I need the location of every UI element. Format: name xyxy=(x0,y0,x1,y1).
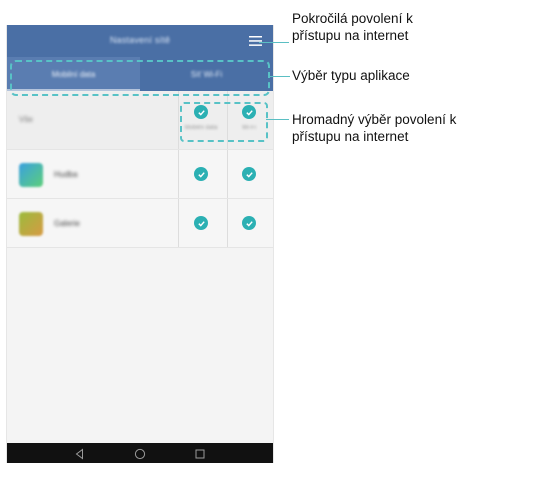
column-divider xyxy=(227,199,228,247)
app-wifi-checkbox[interactable] xyxy=(242,167,256,181)
app-mobile-data-checkbox[interactable] xyxy=(194,167,208,181)
app-mobile-data-checkbox[interactable] xyxy=(194,216,208,230)
app-bar: Nastavení sítě xyxy=(7,25,273,57)
app-wifi-checkbox[interactable] xyxy=(242,216,256,230)
select-all-label: Vše xyxy=(19,115,33,124)
back-icon[interactable] xyxy=(74,447,86,460)
app-icon xyxy=(19,212,43,236)
column-divider xyxy=(227,150,228,198)
callout-line xyxy=(268,76,290,77)
app-bar-title: Nastavení sítě xyxy=(109,35,171,45)
bulk-select-highlight-box xyxy=(180,102,268,142)
column-divider xyxy=(178,91,179,149)
app-row: Hudba xyxy=(7,150,273,199)
column-divider xyxy=(178,199,179,247)
callout-advanced-permissions: Pokročilá povolení k přístupu na interne… xyxy=(292,11,413,43)
recent-apps-icon[interactable] xyxy=(194,447,206,459)
check-icon xyxy=(245,171,253,178)
menu-icon[interactable] xyxy=(248,33,264,49)
callout-line xyxy=(266,119,289,120)
callout-line xyxy=(259,42,289,43)
callout-app-type: Výběr typu aplikace xyxy=(292,68,410,83)
app-icon xyxy=(19,163,43,187)
check-icon xyxy=(245,220,253,227)
check-icon xyxy=(197,171,205,178)
tab-highlight-box xyxy=(10,60,270,96)
app-row: Galerie xyxy=(7,199,273,248)
app-name: Hudba xyxy=(54,170,78,179)
app-name: Galerie xyxy=(54,219,80,228)
system-nav-bar xyxy=(7,443,273,463)
home-icon[interactable] xyxy=(134,447,146,460)
column-divider xyxy=(178,150,179,198)
check-icon xyxy=(197,220,205,227)
callout-bulk-selection: Hromadný výběr povolení k přístupu na in… xyxy=(292,112,457,144)
